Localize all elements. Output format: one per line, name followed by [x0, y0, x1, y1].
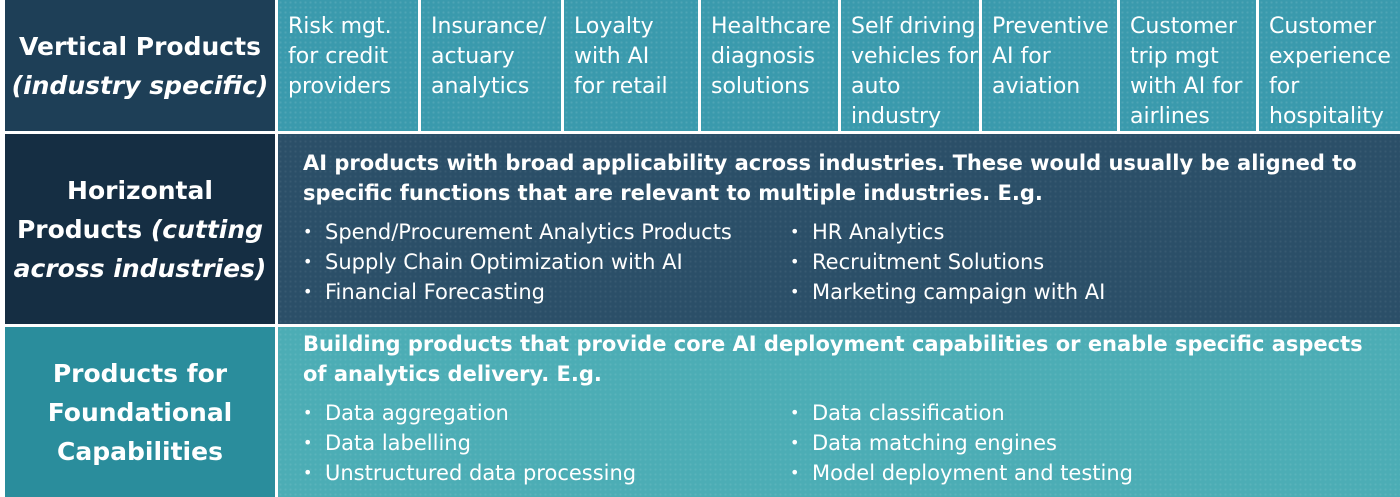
- list-item: • Supply Chain Optimization with AI: [303, 250, 683, 274]
- foundational-intro: Building products that provide core AI d…: [303, 332, 1363, 386]
- list-item: • Recruitment Solutions: [790, 250, 1045, 274]
- product-categories-diagram: Vertical Products (industry specific) Ri…: [0, 0, 1400, 497]
- vertical-item-insurance: Insurance/ actuary analytics: [421, 0, 561, 131]
- vertical-products-label: Vertical Products (industry specific): [5, 0, 275, 131]
- vertical-item-loyalty: Loyalty with AI for retail: [564, 0, 698, 131]
- list-item: • Financial Forecasting: [303, 280, 545, 304]
- horizontal-list-left: • Spend/Procurement Analytics Products • S…: [303, 217, 790, 307]
- list-item: • HR Analytics: [790, 220, 945, 244]
- list-item: • Data labelling: [303, 431, 471, 455]
- list-item: • Data classification: [790, 401, 1005, 425]
- foundational-list-left: • Data aggregation • Data labelling • Unstr…: [303, 398, 790, 488]
- list-item: • Spend/Procurement Analytics Products: [303, 220, 732, 244]
- horizontal-products-panel: AI products with broad applicability acr…: [278, 134, 1400, 324]
- foundational-list-right: • Data classification • Data matching engi…: [790, 398, 1290, 488]
- foundational-products-panel: Building products that provide core AI d…: [278, 327, 1400, 497]
- vertical-item-aviation: Preventive AI for aviation: [982, 0, 1117, 131]
- horizontal-products-label: Horizontal Products (cutting across indu…: [5, 134, 275, 324]
- horizontal-label-line3: across industries): [13, 253, 267, 283]
- list-item: • Marketing campaign with AI: [790, 280, 1106, 304]
- vertical-products-title: Vertical Products: [19, 31, 261, 61]
- list-item: • Unstructured data processing: [303, 461, 637, 485]
- list-item: • Data aggregation: [303, 401, 509, 425]
- vertical-item-hospitality: Customer experience for hospitality: [1259, 0, 1400, 131]
- horizontal-label-line2: Products (cutting: [16, 214, 264, 244]
- vertical-products-subtitle: (industry specific): [11, 70, 269, 100]
- vertical-item-self-driving: Self driving vehicles for auto industry: [841, 0, 979, 131]
- foundational-products-label: Products for Foundational Capabilities: [5, 327, 275, 497]
- vertical-item-risk: Risk mgt. for credit providers: [278, 0, 418, 131]
- horizontal-intro: AI products with broad applicability acr…: [303, 151, 1357, 205]
- vertical-item-healthcare: Healthcare diagnosis solutions: [701, 0, 838, 131]
- vertical-item-airlines: Customer trip mgt with AI for airlines: [1120, 0, 1256, 131]
- list-item: • Model deployment and testing: [790, 461, 1133, 485]
- horizontal-label-line1: Horizontal: [67, 175, 213, 205]
- list-item: • Data matching engines: [790, 431, 1057, 455]
- horizontal-list-right: • HR Analytics • Recruitment Solutions • Ma…: [790, 217, 1290, 307]
